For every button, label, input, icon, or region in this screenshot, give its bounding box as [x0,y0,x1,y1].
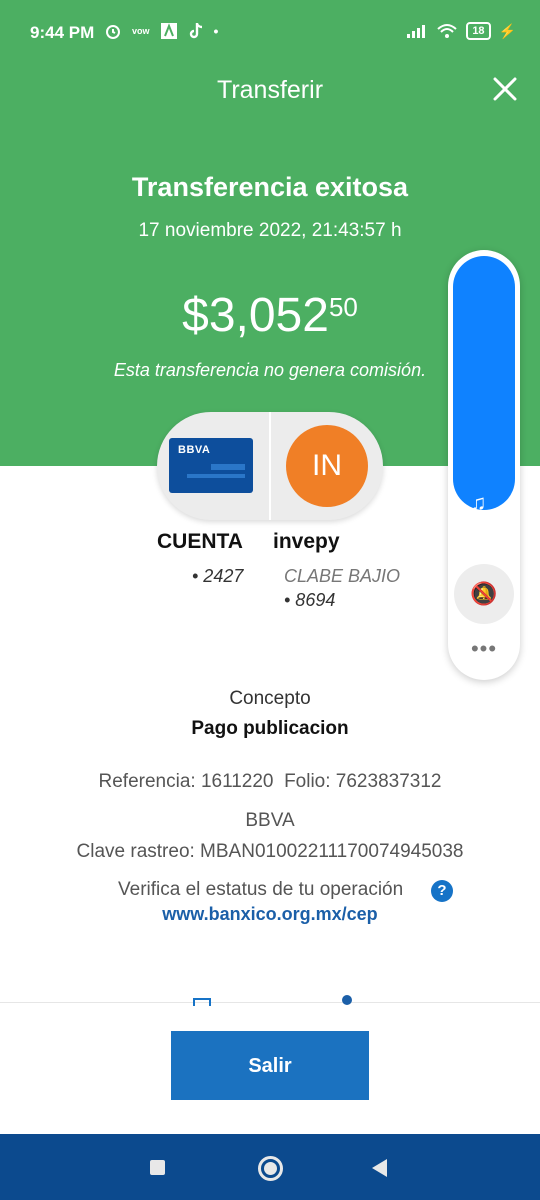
from-account-label: CUENTA [157,530,243,553]
success-heading: Transferencia exitosa [131,172,409,202]
status-system-icons: 18 ⚡ [406,22,516,40]
signal-icon [407,25,426,38]
to-account-number: • 8694 [284,590,336,610]
reference-line: Referencia: 1611220 Folio: 7623837312 [0,771,540,793]
status-time: 9:44 PM [30,23,95,42]
reference-text: Referencia: 1611220 [98,771,274,792]
tracking-key: Clave rastreo: MBAN01002211170074945038 [76,841,464,862]
home-button[interactable] [258,1156,283,1181]
accounts-pill: BBVA IN [157,412,383,520]
to-account-bank: CLABE BAJIO [284,566,401,586]
back-button[interactable] [372,1159,387,1177]
concept-label: Concepto [229,688,311,709]
card-brand: BBVA [178,444,211,456]
page-title: Transferir [216,76,324,104]
partial-icon [193,998,211,1006]
card-stripe [211,464,245,470]
charging-icon: ⚡ [498,22,516,39]
banxico-link[interactable]: www.banxico.org.mx/cep [0,904,540,925]
bbva-card: BBVA [169,438,253,493]
floating-media-panel: ♫ 🔕 ••• [448,250,520,680]
tiktok-icon [189,23,202,39]
system-nav-bar [0,1134,540,1200]
card-stripe [187,474,245,478]
sim-icon: vow [132,26,150,36]
recipient-avatar: IN [286,425,368,507]
wifi-icon [437,24,457,38]
amount-main: $3,052 [182,289,329,342]
concept-value: Pago publicacion [191,718,349,739]
close-icon [493,77,517,101]
battery-icon: 18 [466,22,491,40]
mute-bell-icon[interactable]: 🔕 [454,564,514,624]
volume-slider[interactable] [453,256,515,510]
dot-icon: • [213,23,219,39]
status-app-icons: vow • [104,22,218,40]
folio-text: Folio: 7623837312 [284,771,442,792]
help-icon[interactable]: ? [431,880,453,902]
partial-icon [342,995,352,1005]
to-account-label: invepy [273,530,340,553]
recents-button[interactable] [150,1160,165,1175]
music-note-icon: ♫ [470,490,487,515]
more-options-icon[interactable]: ••• [448,636,520,662]
close-button[interactable] [490,74,520,104]
from-account-number: • 2427 [192,566,244,586]
bank-name: BBVA [245,810,295,831]
exit-button[interactable]: Salir [171,1031,369,1100]
font-icon [160,23,177,39]
pill-divider [269,412,271,520]
alarm-icon [106,25,120,39]
amount-cents: 50 [328,292,358,322]
status-bar: 9:44 PM vow • 18 ⚡ [0,14,540,54]
footer-divider [0,1002,540,1003]
transfer-datetime: 17 noviembre 2022, 21:43:57 h [138,220,402,241]
verify-text: Verifica el estatus de tu operación [118,879,404,900]
